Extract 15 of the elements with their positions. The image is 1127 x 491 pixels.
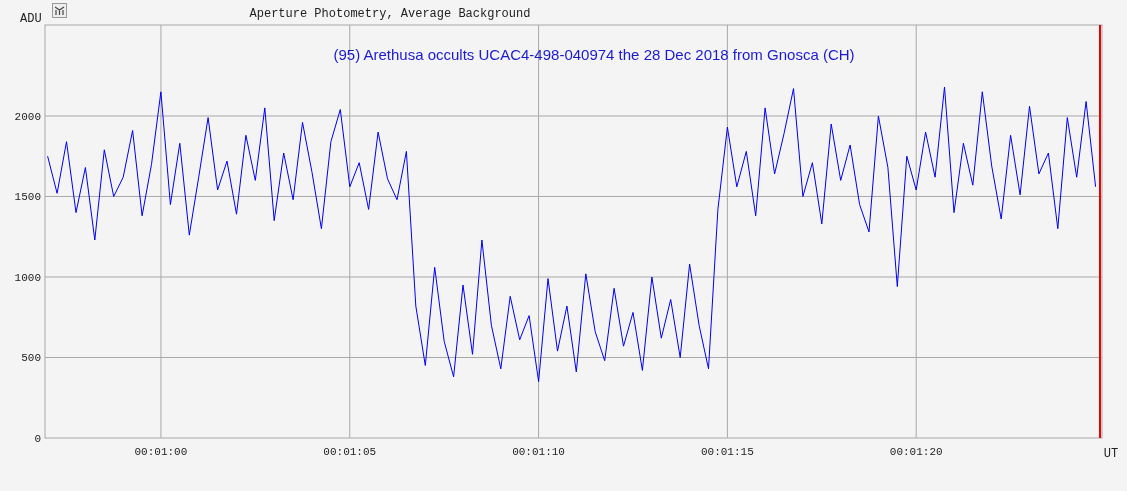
y-axis-label: ADU bbox=[20, 12, 42, 26]
x-tick-label: 00:01:05 bbox=[323, 446, 377, 458]
x-axis-label: UT bbox=[1103, 447, 1119, 461]
y-tick-label: 1500 bbox=[14, 191, 41, 204]
y-tick-label: 0 bbox=[34, 433, 41, 445]
y-tick-label: 1000 bbox=[14, 272, 41, 284]
y-tick-label: 2000 bbox=[14, 110, 41, 123]
x-tick-label: 00:01:00 bbox=[134, 446, 188, 458]
x-tick-label: 00:01:20 bbox=[889, 446, 943, 458]
x-tick-label: 00:01:15 bbox=[701, 446, 754, 458]
y-tick-label: 500 bbox=[21, 352, 41, 365]
chart-title: Aperture Photometry, Average Background bbox=[249, 7, 531, 21]
x-tick-label: 00:01:10 bbox=[512, 446, 565, 458]
chart-icon[interactable] bbox=[52, 3, 67, 18]
chart-annotation: (95) Arethusa occults UCAC4-498-040974 the 28 Dec 2018 from Gnosca (CH) bbox=[333, 46, 855, 63]
